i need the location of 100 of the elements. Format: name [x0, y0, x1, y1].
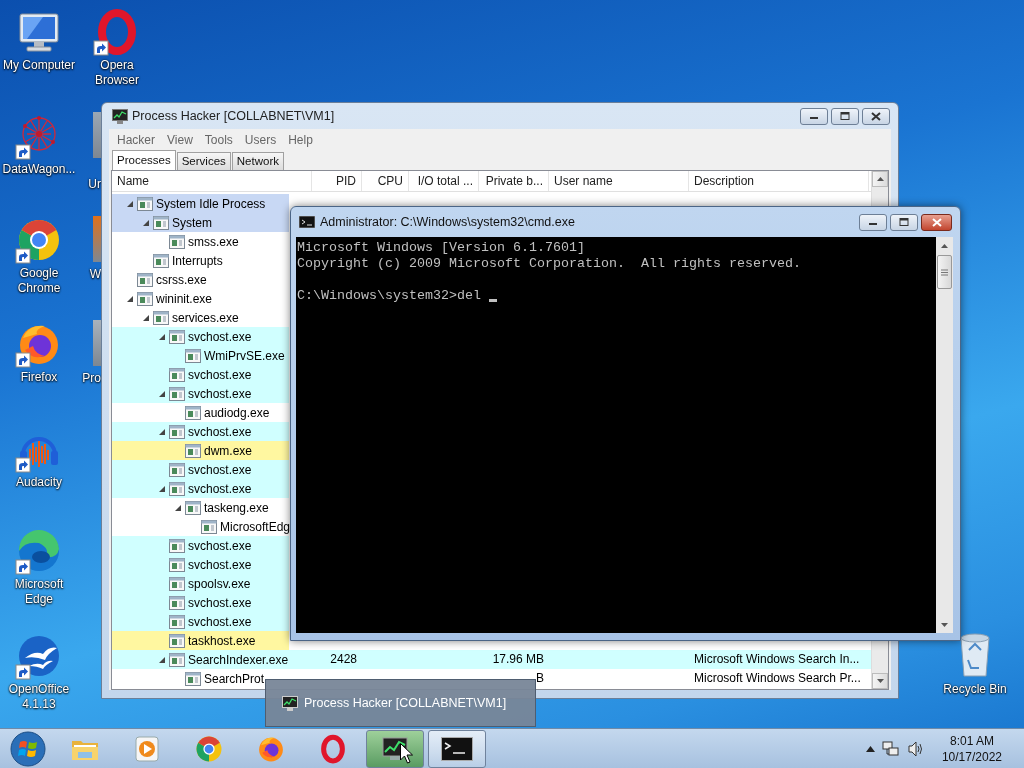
column-header[interactable]: PID: [312, 171, 362, 191]
menu-item[interactable]: Users: [238, 132, 283, 147]
table-row[interactable]: svchost.exe: [112, 384, 289, 403]
table-row[interactable]: svchost.exe: [112, 422, 289, 441]
window-icon: [169, 462, 185, 477]
window-title: Process Hacker [COLLABNET\VM1]: [132, 109, 335, 123]
expand-arrow-icon[interactable]: [158, 389, 166, 398]
window-icon: [185, 405, 201, 420]
scroll-down-button[interactable]: [872, 673, 888, 689]
table-row[interactable]: svchost.exe: [112, 365, 289, 384]
table-row[interactable]: svchost.exe: [112, 536, 289, 555]
table-row[interactable]: spoolsv.exe: [112, 574, 289, 593]
tab[interactable]: Services: [176, 152, 231, 170]
desktop-icon-label: My Computer: [3, 58, 75, 73]
scroll-up-icon[interactable]: [941, 243, 948, 248]
scroll-down-icon[interactable]: [941, 622, 948, 627]
expand-arrow-icon[interactable]: [158, 427, 166, 436]
process-name: svchost.exe: [187, 386, 252, 401]
desktop-icon-label: W: [89, 267, 101, 282]
process-name: svchost.exe: [187, 538, 252, 553]
menu-item[interactable]: Tools: [198, 132, 239, 147]
window-icon: [153, 310, 169, 325]
expand-arrow-icon[interactable]: [158, 332, 166, 341]
table-row[interactable]: dwm.exe: [112, 441, 289, 460]
desktop-icon-label: Opera Browser: [94, 58, 140, 88]
process-name: MicrosoftEdg: [219, 519, 291, 534]
table-row[interactable]: SearchIndexer.exe 2428 17.96 MB Microsoft Windows Search In...: [112, 650, 871, 669]
desktop-icon-label: Audacity: [16, 475, 62, 490]
column-header[interactable]: Description: [689, 171, 869, 191]
window-icon: [185, 348, 201, 363]
process-name: svchost.exe: [187, 424, 252, 439]
expand-arrow-icon[interactable]: [158, 484, 166, 493]
column-header[interactable]: I/O total ...: [409, 171, 479, 191]
clock-date: 10/17/2022: [941, 748, 1002, 765]
window-icon: [169, 557, 185, 572]
desktop-icon-label: Firefox: [20, 370, 58, 385]
menu-item[interactable]: Hacker: [111, 132, 161, 147]
expand-arrow-icon[interactable]: [126, 199, 134, 208]
close-icon: [871, 111, 881, 121]
start-button[interactable]: [9, 729, 47, 768]
desktop-icon-label: Pro: [82, 371, 101, 386]
close-icon: [931, 217, 942, 227]
scroll-down-icon: [876, 679, 884, 683]
minimize-button[interactable]: [859, 213, 887, 231]
tab[interactable]: Processes: [112, 150, 176, 170]
expand-arrow-icon[interactable]: [142, 313, 150, 322]
taskbar-button[interactable]: [366, 729, 424, 768]
scroll-up-button[interactable]: [872, 171, 888, 187]
table-row[interactable]: System Idle Process: [112, 194, 289, 213]
grip-icon[interactable]: [941, 268, 948, 276]
window-icon: [137, 272, 153, 287]
table-row[interactable]: svchost.exe: [112, 612, 289, 631]
maximize-icon: [840, 112, 850, 120]
menu-item[interactable]: Help: [282, 132, 319, 147]
table-row[interactable]: svchost.exe: [112, 460, 289, 479]
process-name: csrss.exe: [155, 272, 207, 287]
column-header[interactable]: CPU: [362, 171, 409, 191]
speaker-icon[interactable]: [906, 739, 925, 758]
column-header[interactable]: Name: [112, 171, 312, 191]
table-row[interactable]: svchost.exe: [112, 327, 289, 346]
maximize-button[interactable]: [890, 213, 918, 231]
process-name: svchost.exe: [187, 367, 252, 382]
taskbar-preview[interactable]: Process Hacker [COLLABNET\VM1]: [265, 679, 536, 727]
window-icon: [169, 595, 185, 610]
menu-item[interactable]: View: [161, 132, 199, 147]
console-icon: [441, 736, 473, 761]
taskbar-button[interactable]: [428, 729, 486, 768]
scrollbar[interactable]: [936, 237, 953, 633]
window-icon: [169, 633, 185, 648]
close-button[interactable]: [862, 107, 890, 125]
expand-arrow-icon[interactable]: [142, 218, 150, 227]
maximize-button[interactable]: [831, 107, 859, 125]
clock-time: 8:01 AM: [949, 732, 994, 749]
desktop-icon-label: Microsoft Edge: [13, 577, 65, 607]
column-header[interactable]: User name: [549, 171, 689, 191]
table-row[interactable]: System: [112, 213, 289, 232]
process-name: audiodg.exe: [203, 405, 270, 420]
expand-arrow-icon[interactable]: [158, 655, 166, 664]
close-button[interactable]: [921, 213, 952, 231]
process-name: WmiPrvSE.exe: [203, 348, 285, 363]
tab[interactable]: Network: [231, 152, 284, 170]
window-icon: [137, 291, 153, 306]
window-icon: [185, 500, 201, 515]
window-icon: [201, 519, 217, 534]
process-name: svchost.exe: [187, 614, 252, 629]
table-row[interactable]: svchost.exe: [112, 555, 289, 574]
table-row[interactable]: svchost.exe: [112, 593, 289, 612]
expand-arrow-icon[interactable]: [174, 503, 182, 512]
table-row[interactable]: svchost.exe: [112, 479, 289, 498]
column-header[interactable]: Private b...: [479, 171, 549, 191]
clock[interactable]: 8:01 AM 10/17/2022: [941, 732, 1002, 765]
table-row[interactable]: taskhost.exe: [112, 631, 289, 650]
table-cell-text: B: [535, 670, 545, 687]
desktop-icon-label: Ur: [88, 177, 101, 192]
window-icon: [153, 215, 169, 230]
network-icon[interactable]: [881, 739, 900, 758]
minimize-button[interactable]: [800, 107, 828, 125]
table-row[interactable]: WmiPrvSE.exe: [112, 346, 289, 365]
expand-arrow-icon[interactable]: [126, 294, 134, 303]
show-hidden-icons-icon[interactable]: [865, 745, 875, 752]
